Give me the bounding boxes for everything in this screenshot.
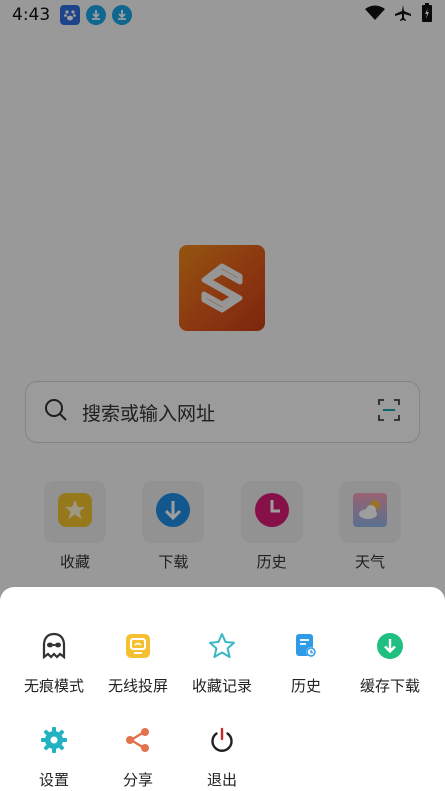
download-icon <box>375 631 405 661</box>
menu-item-label: 无痕模式 <box>23 677 84 695</box>
menu-item-label: 缓存下载 <box>359 677 420 695</box>
cast-icon <box>123 631 153 661</box>
share-icon <box>123 725 153 755</box>
menu-bottom-sheet: 无痕模式 无线投屏 收藏记录 历史 缓存下载 设置 分享 退出 <box>0 587 445 791</box>
menu-item-incognito[interactable]: 无痕模式 <box>12 631 96 696</box>
menu-item-label: 设置 <box>38 771 69 789</box>
menu-row: 设置 分享 退出 <box>0 725 445 790</box>
history-icon <box>291 631 321 661</box>
menu-item-favorites[interactable]: 收藏记录 <box>180 631 264 696</box>
star-icon <box>207 631 237 661</box>
menu-item-share[interactable]: 分享 <box>96 725 180 790</box>
menu-item-label: 分享 <box>122 771 153 789</box>
menu-item-cache-download[interactable]: 缓存下载 <box>348 631 432 696</box>
menu-item-settings[interactable]: 设置 <box>12 725 96 790</box>
power-icon <box>207 725 237 755</box>
incognito-icon <box>39 631 69 661</box>
menu-item-label: 无线投屏 <box>107 677 168 695</box>
gear-icon <box>39 725 69 755</box>
menu-item-label: 收藏记录 <box>191 677 252 695</box>
menu-item-history[interactable]: 历史 <box>264 631 348 696</box>
menu-row: 无痕模式 无线投屏 收藏记录 历史 缓存下载 <box>0 631 445 696</box>
menu-item-label: 退出 <box>206 771 237 789</box>
menu-item-wireless-cast[interactable]: 无线投屏 <box>96 631 180 696</box>
menu-item-exit[interactable]: 退出 <box>180 725 264 790</box>
menu-item-label: 历史 <box>290 677 321 695</box>
